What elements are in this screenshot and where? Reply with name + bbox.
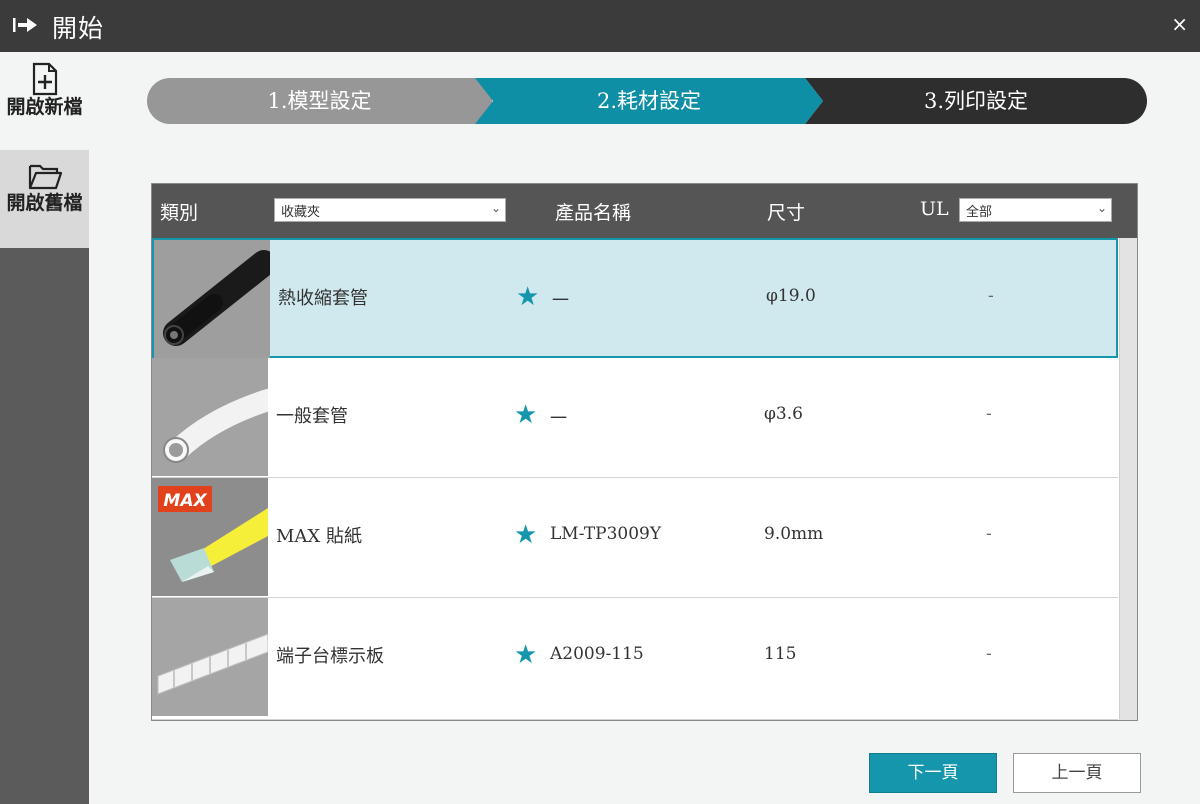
header-ul: UL [920, 198, 949, 220]
row-ul: - [986, 524, 992, 544]
consumables-table: 類別 收藏夾 ⌄ 產品名稱 尺寸 UL 全部 ⌄ 熱收縮套管 ★ 一 φ19.0… [151, 183, 1138, 721]
terminal-marker-thumbnail [152, 598, 268, 716]
sidebar-item-label: 開啟舊檔 [6, 192, 83, 214]
sidebar-item-new-file[interactable]: 開啟新檔 [0, 52, 89, 150]
table-row[interactable]: 一般套管 ★ 一 φ3.6 - [152, 358, 1118, 478]
ul-filter-value: 全部 [966, 205, 993, 220]
window-title: 開始 [52, 14, 105, 43]
step-model-settings[interactable]: 1.模型設定 [147, 78, 492, 124]
table-header: 類別 收藏夾 ⌄ 產品名稱 尺寸 UL 全部 ⌄ [152, 184, 1137, 238]
row-category: MAX 貼紙 [276, 526, 362, 547]
step-consumable-settings[interactable]: 2.耗材設定 [475, 78, 823, 124]
row-category: 熱收縮套管 [278, 288, 368, 309]
category-filter-value: 收藏夾 [281, 205, 321, 220]
heat-shrink-tube-thumbnail [154, 240, 270, 358]
new-file-icon [32, 62, 57, 96]
row-size: φ19.0 [766, 286, 816, 306]
header-product-name: 產品名稱 [555, 202, 632, 224]
favorite-star-icon[interactable]: ★ [514, 642, 537, 668]
close-button[interactable]: × [1171, 12, 1188, 36]
chevron-down-icon: ⌄ [1096, 201, 1107, 215]
title-bar: 開始 × [0, 0, 1200, 52]
row-product-name: 一 [550, 409, 567, 429]
ul-filter-select[interactable]: 全部 ⌄ [959, 198, 1112, 222]
row-size: φ3.6 [764, 404, 803, 424]
table-row[interactable]: 熱收縮套管 ★ 一 φ19.0 - [152, 238, 1118, 358]
chevron-down-icon: ⌄ [490, 201, 501, 215]
max-sticker-thumbnail: MAX [152, 478, 268, 596]
row-product-name: 一 [552, 291, 569, 311]
favorite-star-icon[interactable]: ★ [516, 284, 539, 310]
next-page-button[interactable]: 下一頁 [869, 753, 997, 793]
table-row[interactable]: MAX MAX 貼紙 ★ LM-TP3009Y 9.0mm - [152, 478, 1118, 598]
svg-text:MAX: MAX [163, 491, 207, 511]
sidebar-item-open-file[interactable]: 開啟舊檔 [0, 150, 89, 248]
row-category: 端子台標示板 [276, 646, 384, 667]
wizard-stepper: 1.模型設定 3.列印設定 2.耗材設定 [147, 78, 1147, 124]
table-body: 熱收縮套管 ★ 一 φ19.0 - 一般套管 ★ 一 φ3.6 - MAX MA… [152, 238, 1137, 720]
table-row[interactable]: 端子台標示板 ★ A2009-115 115 - [152, 598, 1118, 720]
previous-page-button[interactable]: 上一頁 [1013, 753, 1141, 793]
row-product-name: LM-TP3009Y [550, 524, 662, 544]
row-size: 115 [764, 644, 797, 664]
start-arrow-icon [13, 18, 37, 32]
open-folder-icon [28, 164, 62, 190]
category-filter-select[interactable]: 收藏夾 ⌄ [274, 198, 506, 222]
favorite-star-icon[interactable]: ★ [514, 522, 537, 548]
header-category: 類別 [160, 202, 199, 224]
row-ul: - [988, 286, 994, 306]
sidebar: 開啟新檔 開啟舊檔 [0, 52, 89, 804]
step-print-settings[interactable]: 3.列印設定 [805, 78, 1147, 124]
row-product-name: A2009-115 [550, 644, 644, 664]
row-category: 一般套管 [276, 406, 348, 427]
table-scrollbar[interactable] [1119, 238, 1137, 720]
header-size: 尺寸 [767, 202, 806, 224]
row-size: 9.0mm [764, 524, 824, 544]
row-ul: - [986, 404, 992, 424]
favorite-star-icon[interactable]: ★ [514, 402, 537, 428]
white-tube-thumbnail [152, 358, 268, 476]
row-ul: - [986, 644, 992, 664]
sidebar-item-label: 開啟新檔 [6, 96, 83, 118]
